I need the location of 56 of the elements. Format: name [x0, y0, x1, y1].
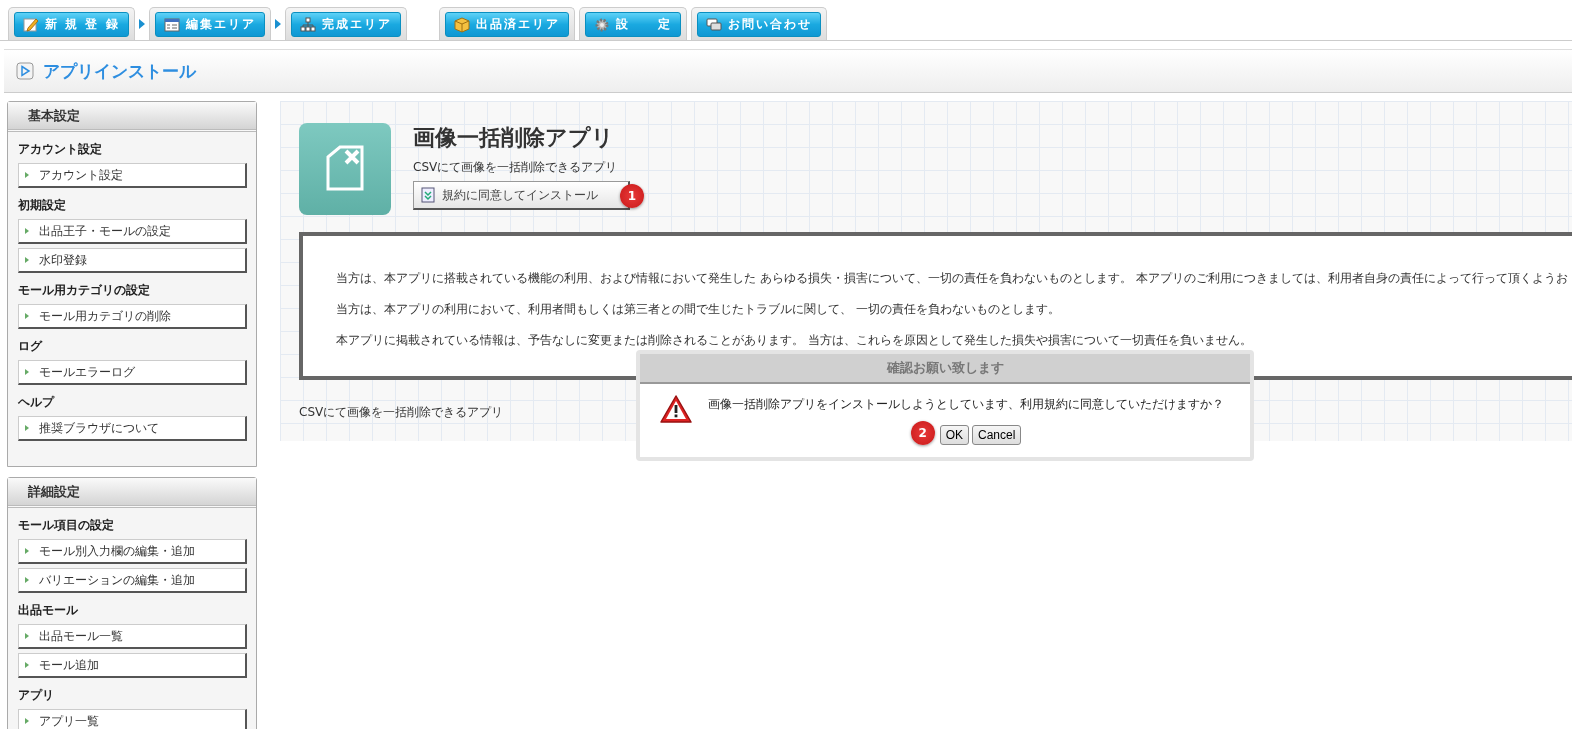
step-badge: 1 [620, 184, 644, 208]
sidebar-link[interactable]: 推奨ブラウザについて [18, 416, 247, 441]
triangle-icon [25, 313, 29, 319]
warning-icon [660, 394, 692, 424]
gear-icon [593, 16, 610, 33]
group-heading: ログ [18, 338, 44, 355]
dialog-message: 画像一括削除アプリをインストールしようとしています、利用規約に同意していただけますか？ [708, 396, 1224, 413]
app-name: 画像一括削除アプリ [413, 124, 615, 152]
group-heading: アプリ [18, 687, 55, 704]
triangle-icon [25, 662, 29, 668]
installer-icon [420, 187, 436, 203]
app-description: CSVにて画像を一括削除できるアプリ [413, 159, 619, 176]
sidebar-link[interactable]: アカウント設定 [18, 163, 247, 188]
form-icon [163, 16, 180, 33]
triangle-icon [25, 369, 29, 375]
sidebar-link[interactable]: 水印登録 [18, 248, 247, 273]
group-heading: モール用カテゴリの設定 [18, 282, 151, 299]
triangle-icon [25, 548, 29, 554]
sidebar-link[interactable]: バリエーションの編集・追加 [18, 568, 247, 593]
terms-paragraph: 当方は、本アプリの利用において、利用者間もしくは第三者との間で生じたトラブルに関して、 一切の責任を負わないものとします。 [336, 301, 1061, 318]
sidebar-link[interactable]: 出品モール一覧 [18, 624, 247, 649]
hierarchy-icon [299, 16, 316, 33]
group-heading: アカウント設定 [18, 141, 103, 158]
sidebar-link[interactable]: モール別入力欄の編集・追加 [18, 539, 247, 564]
chat-icon [705, 16, 722, 33]
pencil-icon [23, 16, 39, 33]
sidebar-link[interactable]: アプリ一覧 [18, 709, 247, 729]
triangle-icon [25, 577, 29, 583]
sidebar-link[interactable]: モール用カテゴリの削除 [18, 304, 247, 329]
panel-header: 詳細設定 [8, 478, 256, 508]
terms-paragraph: 本アプリに掲載されている情報は、予告なしに変更または削除されることがあります。 当方は、これらを原因として発生した損失や損害について一切責任を負いません。 [336, 332, 1253, 349]
sidebar-link[interactable]: 出品王子・モールの設定 [18, 219, 247, 244]
triangle-icon [25, 718, 29, 724]
install-button[interactable]: 規約に同意してインストール [413, 181, 630, 210]
step-badge: 2 [910, 421, 935, 445]
group-heading: モール項目の設定 [18, 517, 115, 534]
group-heading: ヘルプ [18, 394, 56, 411]
triangle-icon [25, 425, 29, 431]
terms-paragraph: 当方は、本アプリに搭載されている機能の利用、および情報において発生した あらゆる損失・損害について、一切の責任を負わないものとします。 本アプリのご利用につきましては、利用者自身の責任によって行って頂くようお [336, 270, 1569, 287]
app-description: CSVにて画像を一括削除できるアプリ [299, 404, 504, 421]
group-heading: 出品モール [18, 602, 79, 619]
box-icon [453, 16, 470, 33]
panel-header: 基本設定 [8, 102, 256, 132]
page-title: アプリインストール [43, 59, 196, 83]
dialog-button[interactable]: OK [939, 425, 969, 445]
dialog-button[interactable]: Cancel [972, 425, 1022, 445]
delete-icon [324, 145, 366, 193]
sidebar-link[interactable]: モールエラーログ [18, 360, 247, 385]
triangle-icon [25, 228, 29, 234]
dialog-title: 確認お願い致します [640, 354, 1250, 384]
play-icon [16, 62, 34, 80]
triangle-icon [25, 257, 29, 263]
group-heading: 初期設定 [18, 197, 67, 214]
sidebar-link[interactable]: モール追加 [18, 653, 247, 678]
triangle-icon [25, 172, 29, 178]
triangle-icon [25, 633, 29, 639]
